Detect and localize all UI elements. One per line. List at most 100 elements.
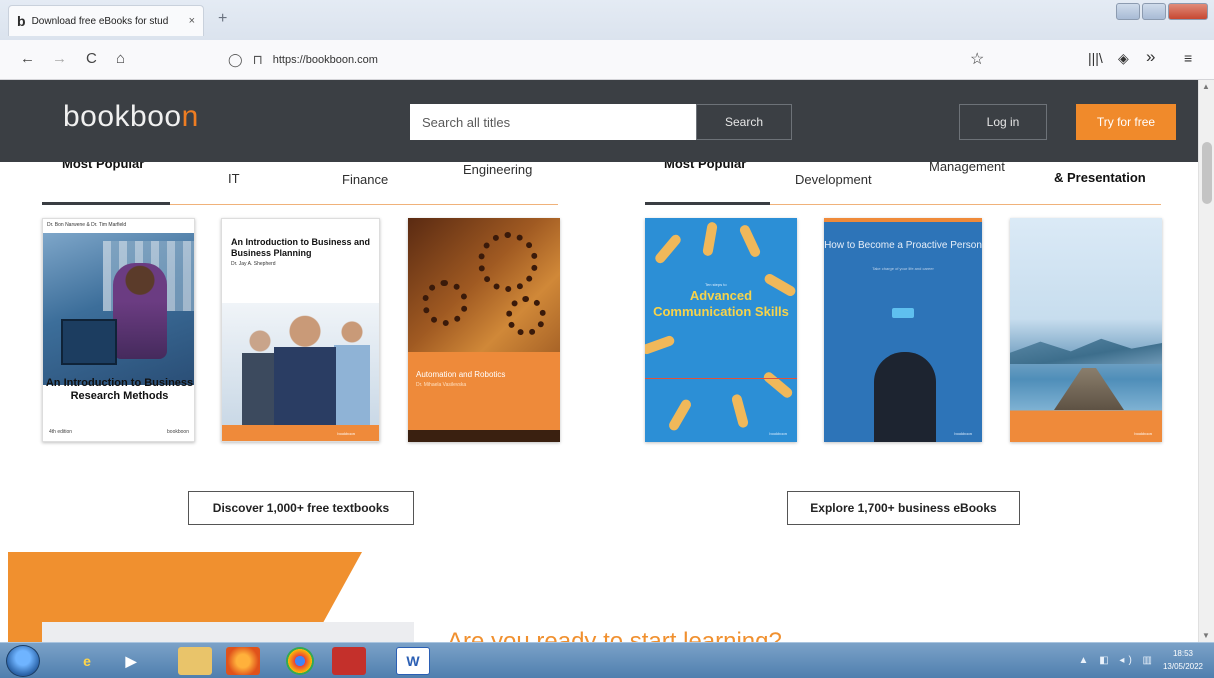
book-authors: Dr. Bon Narwene & Dr. Tim Marfield: [47, 222, 127, 228]
word-icon[interactable]: W: [396, 647, 430, 675]
try-for-free-button[interactable]: Try for free: [1076, 104, 1176, 140]
book-publisher: bookboon: [954, 431, 972, 436]
pocket-icon[interactable]: ◈: [1118, 50, 1129, 67]
forward-icon[interactable]: →: [52, 50, 67, 67]
gear-graphic: [506, 296, 546, 336]
tab-engineering[interactable]: Engineering: [463, 162, 532, 177]
hand-graphic: [645, 334, 676, 356]
book-cover-presentation[interactable]: bookboon: [1010, 218, 1162, 442]
pier-graphic: [1054, 368, 1124, 410]
new-tab-button[interactable]: +: [218, 10, 227, 28]
start-button[interactable]: [6, 645, 40, 677]
book-author: Dr. Jay A. Shepherd: [231, 261, 276, 267]
close-tab-icon[interactable]: ×: [189, 15, 195, 27]
sponsor-logo: [892, 308, 914, 318]
book-cover-advanced-communication-skills[interactable]: Ten steps to Advanced Communication Skil…: [645, 218, 797, 442]
minimize-button[interactable]: [1116, 3, 1140, 20]
clock-date: 13/05/2022: [1162, 662, 1204, 671]
file-explorer-icon[interactable]: [178, 647, 212, 675]
book-cover-proactive-person[interactable]: How to Become a Proactive Person Take ch…: [824, 218, 982, 442]
cover-base: [408, 430, 560, 442]
shield-icon[interactable]: ◯: [228, 52, 243, 68]
bookboon-favicon-icon: b: [17, 13, 26, 29]
window-controls: [1116, 3, 1208, 20]
hand-graphic: [730, 393, 750, 429]
book-publisher: bookboon: [337, 431, 355, 436]
cover-photo: [43, 233, 194, 385]
tab-finance[interactable]: Finance: [342, 172, 388, 187]
reload-icon[interactable]: C: [86, 50, 97, 67]
browser-tab-bar: b Download free eBooks for stud × +: [0, 0, 1214, 40]
overflow-icon[interactable]: »: [1146, 47, 1155, 67]
book-title: How to Become a Proactive Person: [824, 240, 982, 251]
active-tab-indicator-right: [645, 202, 770, 205]
media-player-icon[interactable]: ▶: [114, 647, 148, 675]
bookboon-logo[interactable]: bookboon: [63, 100, 199, 134]
hand-graphic: [702, 221, 718, 257]
gear-graphic: [422, 280, 468, 326]
book-publisher: bookboon: [167, 429, 189, 435]
home-icon[interactable]: ⌂: [116, 50, 125, 67]
tab-presentation[interactable]: & Presentation: [1054, 170, 1146, 185]
tab-it[interactable]: IT: [228, 171, 240, 186]
hand-graphic: [667, 397, 693, 433]
gear-graphic: [478, 232, 538, 292]
cta-card: [42, 622, 414, 642]
browser-navigation-bar: ← → C ⌂ ◯ ⊓ https://bookboon.com ☆ |||\ …: [0, 40, 1214, 80]
cover-photo: [222, 303, 379, 427]
book-cover-business-planning[interactable]: An Introduction to Business and Business…: [221, 218, 380, 442]
address-bar[interactable]: ◯ ⊓ https://bookboon.com: [228, 48, 998, 72]
search-input[interactable]: [410, 104, 696, 140]
explore-business-ebooks-button[interactable]: Explore 1,700+ business eBooks: [787, 491, 1020, 525]
system-tray[interactable]: ▲ ◧ ◂) ▥: [1079, 655, 1156, 666]
book-publisher: bookboon: [769, 431, 787, 436]
cover-title-band: Automation and Robotics Dr. Mihaela Vasi…: [408, 352, 560, 430]
menu-icon[interactable]: ≡: [1184, 50, 1192, 66]
login-button[interactable]: Log in: [959, 104, 1047, 140]
browser-tab[interactable]: b Download free eBooks for stud ×: [8, 5, 204, 36]
site-header: bookboon Search Log in Try for free: [0, 80, 1198, 162]
cover-footer-bar: bookboon: [222, 425, 379, 441]
book-author: Dr. Mihaela Vasilevska: [416, 382, 467, 388]
pdf-reader-icon[interactable]: [332, 647, 366, 675]
tab-development[interactable]: Development: [795, 172, 872, 187]
back-icon[interactable]: ←: [20, 50, 35, 67]
search-button[interactable]: Search: [696, 104, 792, 140]
maximize-button[interactable]: [1142, 3, 1166, 20]
active-tab-indicator-left: [42, 202, 170, 205]
clock[interactable]: 18:53 13/05/2022: [1160, 647, 1206, 673]
book-subtitle: Take charge of your life and career: [872, 266, 934, 271]
hand-graphic: [761, 370, 795, 400]
cover-top-bar: [824, 218, 982, 222]
book-edition: 4th edition: [49, 429, 73, 435]
hand-graphic: [653, 232, 683, 266]
cover-rule: [645, 378, 797, 379]
library-icon[interactable]: |||\: [1088, 50, 1103, 66]
firefox-icon[interactable]: [226, 647, 260, 675]
discover-textbooks-button[interactable]: Discover 1,000+ free textbooks: [188, 491, 414, 525]
book-prefix: Ten steps to: [705, 282, 727, 287]
scroll-down-icon[interactable]: ▼: [1202, 631, 1210, 640]
logo-accent: n: [181, 100, 199, 133]
book-title: Automation and Robotics: [416, 370, 506, 379]
hand-graphic: [738, 223, 762, 259]
internet-explorer-icon[interactable]: e: [70, 647, 104, 675]
book-footer: 4th edition bookboon: [49, 429, 189, 435]
clock-time: 18:53: [1172, 649, 1194, 658]
url-text[interactable]: https://bookboon.com: [273, 54, 378, 66]
logo-text: bookboo: [63, 100, 182, 133]
close-window-button[interactable]: [1168, 3, 1208, 20]
book-cover-business-research-methods[interactable]: Dr. Bon Narwene & Dr. Tim Marfield An In…: [42, 218, 195, 442]
scroll-up-icon[interactable]: ▲: [1202, 82, 1210, 91]
figure-silhouette: [874, 352, 936, 442]
book-cover-automation-robotics[interactable]: Automation and Robotics Dr. Mihaela Vasi…: [408, 218, 560, 442]
book-publisher: bookboon: [1134, 431, 1152, 436]
chrome-icon[interactable]: [286, 647, 314, 675]
book-title: An Introduction to Business Research Met…: [45, 377, 194, 402]
bookmark-star-icon[interactable]: ☆: [970, 49, 984, 69]
lock-icon[interactable]: ⊓: [253, 52, 263, 68]
page-scrollbar[interactable]: ▲ ▼: [1198, 80, 1214, 642]
mountain-graphic: [1010, 338, 1162, 364]
scrollbar-thumb[interactable]: [1202, 142, 1212, 204]
cta-heading: Are you ready to start learning?: [447, 628, 782, 642]
